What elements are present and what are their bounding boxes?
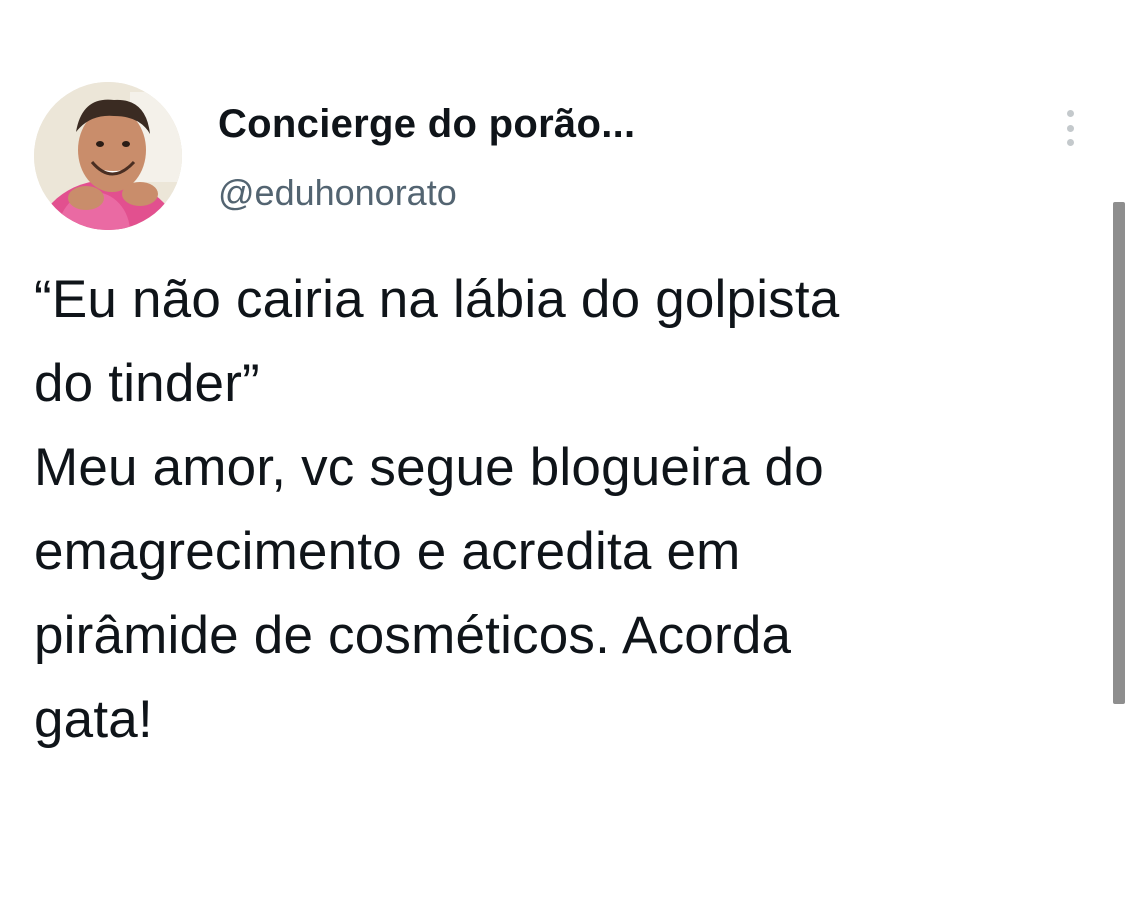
more-dot <box>1066 124 1074 132</box>
tweet-text-line: emagrecimento e acredita em <box>34 522 741 581</box>
tweet-text-line: “Eu não cairia na lábia do golpista <box>34 270 840 329</box>
more-dot <box>1066 139 1074 146</box>
display-name[interactable]: Concierge do porão... <box>218 102 635 147</box>
more-dot <box>1066 110 1074 117</box>
avatar[interactable] <box>34 82 182 230</box>
user-handle[interactable]: @eduhonorato <box>218 172 457 214</box>
tweet-text-line: Meu amor, vc segue blogueira do <box>34 438 824 497</box>
tweet-text: “Eu não cairia na lábia do golpista do t… <box>34 258 1104 762</box>
scrollbar-thumb[interactable] <box>1113 202 1125 704</box>
tweet-text-line: do tinder” <box>34 354 260 413</box>
more-vertical-icon[interactable] <box>1056 106 1084 150</box>
tweet-text-line: gata! <box>34 690 153 749</box>
tweet-text-line: pirâmide de cosméticos. Acorda <box>34 606 792 665</box>
tweet-card: Concierge do porão... @eduhonorato “Eu n… <box>0 0 1125 904</box>
